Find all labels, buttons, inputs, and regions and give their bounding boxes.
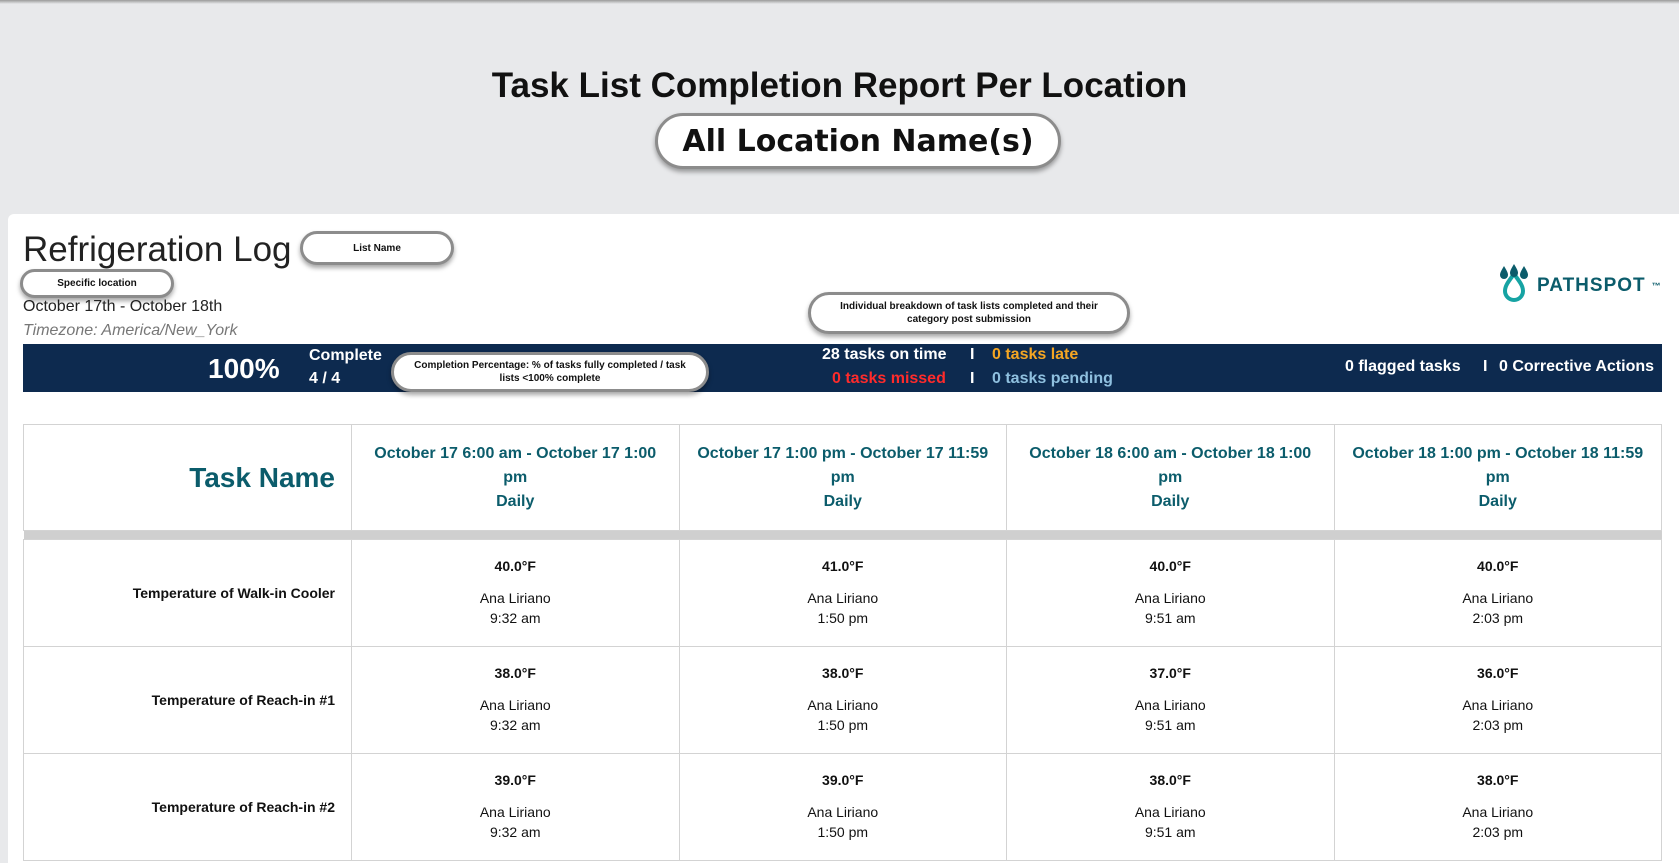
reading-user: Ana Liriano — [1134, 590, 1206, 606]
tasks-missed: 0 tasks missed — [832, 370, 946, 387]
reading-cell[interactable]: 40.0°F Ana Liriano 9:32 am — [351, 539, 680, 647]
reading-user: Ana Liriano — [1462, 697, 1534, 713]
column-header: October 17 1:00 pm - October 17 11:59 pm… — [678, 424, 1007, 531]
reading-time: 9:51 am — [1144, 824, 1196, 840]
reading-user: Ana Liriano — [807, 804, 879, 820]
list-name-pill[interactable]: List Name — [300, 231, 454, 265]
reading-time: 2:03 pm — [1472, 717, 1524, 733]
water-drops-logo-icon — [1497, 264, 1531, 308]
report-card: Refrigeration Log List Name Specific loc… — [8, 214, 1679, 863]
column-frequency: Daily — [823, 492, 862, 510]
completion-percentage: 100% — [208, 353, 280, 384]
reading-value: 38.0°F — [822, 665, 864, 681]
column-header: October 18 1:00 pm - October 18 11:59 pm… — [1333, 424, 1662, 531]
column-range: October 18 6:00 am - October 18 1:00 pm — [1029, 444, 1312, 486]
task-label: Temperature of Reach-in #1 — [23, 646, 352, 754]
column-frequency: Daily — [1478, 492, 1517, 510]
all-locations-pill[interactable]: All Location Name(s) — [655, 113, 1061, 169]
flagged-tasks: 0 flagged tasks — [1345, 358, 1461, 375]
reading-cell[interactable]: 40.0°F Ana Liriano 9:51 am — [1006, 539, 1335, 647]
reading-value: 38.0°F — [494, 665, 536, 681]
reading-cell[interactable]: 36.0°F Ana Liriano 2:03 pm — [1333, 646, 1662, 754]
column-frequency: Daily — [496, 492, 535, 510]
task-name-header: Task Name — [23, 424, 352, 531]
column-frequency: Daily — [1151, 492, 1190, 510]
reading-time: 2:03 pm — [1472, 824, 1524, 840]
table-row: Temperature of Walk-in Cooler 40.0°F Ana… — [23, 539, 1662, 647]
table-row: Temperature of Reach-in #2 39.0°F Ana Li… — [23, 753, 1662, 861]
reading-time: 1:50 pm — [817, 717, 869, 733]
reading-user: Ana Liriano — [1134, 697, 1206, 713]
column-header: October 17 6:00 am - October 17 1:00 pm … — [351, 424, 680, 531]
reading-user: Ana Liriano — [1134, 804, 1206, 820]
reading-user: Ana Liriano — [479, 590, 551, 606]
reading-value: 40.0°F — [1149, 558, 1191, 574]
task-label: Temperature of Walk-in Cooler — [23, 539, 352, 647]
list-title: Refrigeration Log — [23, 230, 292, 269]
reading-user: Ana Liriano — [1462, 590, 1534, 606]
separator: I — [970, 346, 975, 363]
reading-value: 39.0°F — [494, 772, 536, 788]
reading-value: 36.0°F — [1477, 665, 1519, 681]
table-row: Temperature of Reach-in #1 38.0°F Ana Li… — [23, 646, 1662, 754]
corrective-actions: 0 Corrective Actions — [1499, 358, 1655, 375]
reading-value: 37.0°F — [1149, 665, 1191, 681]
reading-cell[interactable]: 38.0°F Ana Liriano 9:51 am — [1006, 753, 1335, 861]
reading-value: 41.0°F — [822, 558, 864, 574]
column-range: October 17 1:00 pm - October 17 11:59 pm — [697, 444, 989, 486]
reading-cell[interactable]: 39.0°F Ana Liriano 1:50 pm — [678, 753, 1007, 861]
reading-cell[interactable]: 37.0°F Ana Liriano 9:51 am — [1006, 646, 1335, 754]
header-divider — [23, 530, 1662, 540]
task-label: Temperature of Reach-in #2 — [23, 753, 352, 861]
pathspot-logo: PATHSPOT ™ — [1497, 264, 1662, 308]
top-shadow — [0, 0, 1679, 4]
reading-user: Ana Liriano — [479, 697, 551, 713]
reading-value: 38.0°F — [1149, 772, 1191, 788]
reading-time: 9:51 am — [1144, 717, 1196, 733]
reading-cell[interactable]: 40.0°F Ana Liriano 2:03 pm — [1333, 539, 1662, 647]
tasks-late: 0 tasks late — [992, 346, 1079, 363]
reading-user: Ana Liriano — [807, 697, 879, 713]
reading-value: 40.0°F — [1477, 558, 1519, 574]
tasks-pending: 0 tasks pending — [992, 370, 1113, 387]
reading-time: 9:51 am — [1144, 610, 1196, 626]
divider-cell — [23, 530, 1662, 540]
reading-time: 1:50 pm — [817, 824, 869, 840]
completion-percentage-pill: Completion Percentage: % of tasks fully … — [391, 352, 709, 392]
reading-cell[interactable]: 38.0°F Ana Liriano 9:32 am — [351, 646, 680, 754]
reading-user: Ana Liriano — [479, 804, 551, 820]
breakdown-pill: Individual breakdown of task lists compl… — [808, 292, 1130, 334]
summary-bar: 100% Complete 4 / 4 28 tasks on time I 0… — [23, 344, 1662, 392]
logo-text: PATHSPOT — [1537, 275, 1646, 296]
column-range: October 17 6:00 am - October 17 1:00 pm — [374, 444, 657, 486]
specific-location-pill[interactable]: Specific location — [20, 269, 174, 298]
reading-cell[interactable]: 38.0°F Ana Liriano 1:50 pm — [678, 646, 1007, 754]
timezone: Timezone: America/New_York — [23, 322, 238, 339]
reading-user: Ana Liriano — [807, 590, 879, 606]
task-table: Task Name October 17 6:00 am - October 1… — [23, 424, 1662, 861]
reading-cell[interactable]: 41.0°F Ana Liriano 1:50 pm — [678, 539, 1007, 647]
complete-count: 4 / 4 — [309, 370, 341, 387]
reading-value: 38.0°F — [1477, 772, 1519, 788]
complete-label: Complete — [309, 347, 382, 364]
reading-value: 40.0°F — [494, 558, 536, 574]
column-header: October 18 6:00 am - October 18 1:00 pm … — [1006, 424, 1335, 531]
separator: I — [970, 370, 975, 387]
date-range: October 17th - October 18th — [23, 298, 223, 315]
reading-time: 9:32 am — [489, 610, 541, 626]
tasks-on-time: 28 tasks on time — [822, 346, 947, 363]
table-header-row: Task Name October 17 6:00 am - October 1… — [23, 424, 1662, 531]
report-title: Task List Completion Report Per Location — [491, 66, 1188, 105]
reading-value: 39.0°F — [822, 772, 864, 788]
column-range: October 18 1:00 pm - October 18 11:59 pm — [1352, 444, 1644, 486]
reading-time: 9:32 am — [489, 824, 541, 840]
separator: I — [1483, 358, 1488, 375]
reading-time: 9:32 am — [489, 717, 541, 733]
reading-user: Ana Liriano — [1462, 804, 1534, 820]
reading-cell[interactable]: 39.0°F Ana Liriano 9:32 am — [351, 753, 680, 861]
reading-cell[interactable]: 38.0°F Ana Liriano 2:03 pm — [1333, 753, 1662, 861]
logo-trademark: ™ — [1651, 281, 1662, 291]
reading-time: 1:50 pm — [817, 610, 869, 626]
reading-time: 2:03 pm — [1472, 610, 1524, 626]
